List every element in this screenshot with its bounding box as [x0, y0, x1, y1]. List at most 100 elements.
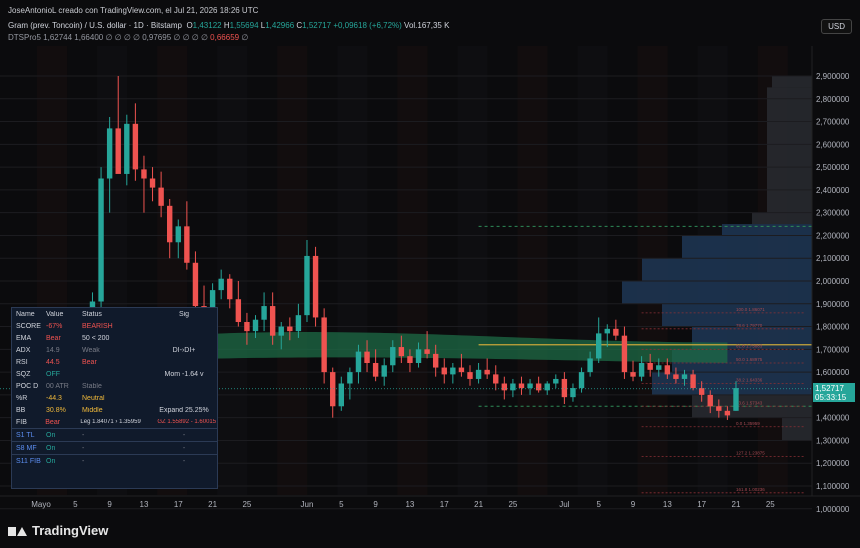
candle-body [450, 367, 456, 375]
x-tick-label: 21 [732, 500, 741, 509]
candle-body [673, 374, 679, 379]
indicator-cell: BEARISH [82, 322, 113, 330]
symbol-name[interactable]: Gram (prev. Toncoin) / U.S. dollar · 1D … [8, 21, 182, 30]
indicator-cell: 50 < 200 [82, 334, 110, 342]
indicator-row: S11 FIB On - - [12, 454, 217, 467]
x-tick-label: Jul [559, 500, 569, 509]
candle-body [132, 123, 139, 170]
indicator-cell: OFF [46, 370, 60, 378]
y-tick-label: 1,800000 [816, 323, 850, 332]
candle-body [175, 226, 181, 243]
candle-body [501, 383, 508, 391]
chart-credit: JoseAntonioL creado con TradingView.com,… [8, 6, 259, 15]
candle-body [235, 299, 242, 322]
volume-profile-bar [767, 87, 812, 213]
fib-level-label: 127.2 1.23875 [736, 450, 765, 455]
indicator-cell: S8 MF [16, 444, 37, 452]
indicator-row: ADX 14.9 Weak DI-›DI+ [12, 344, 217, 356]
fib-level-label: 61.8 1.75883 [736, 343, 763, 348]
indicator-row: POC D 00 ATR Stable [12, 380, 217, 392]
close-value: 1,52717 [302, 21, 332, 30]
candle-body [716, 406, 722, 411]
indicator-table: Name Value Status Sig SCORE -67% BEARISH EMA Bea… [11, 307, 218, 489]
indicator-cell: Mom -1.64 v [164, 370, 204, 378]
indicator-header-cell: Status [82, 310, 102, 318]
indicator-cell: On [46, 444, 56, 452]
indicator-name[interactable]: DTSPro5 [8, 33, 41, 42]
candle-body [252, 319, 259, 332]
indicator-row: S1 TL On - - [12, 428, 217, 441]
x-tick-label: 21 [474, 500, 483, 509]
symbol-legend[interactable]: Gram (prev. Toncoin) / U.S. dollar · 1D … [8, 21, 449, 30]
currency-button[interactable]: USD [821, 19, 852, 34]
indicator-cell: Bear [46, 334, 61, 342]
candle-body [596, 333, 602, 359]
candle-body [372, 363, 379, 377]
candle-body [553, 378, 559, 384]
volume-profile-bar [622, 281, 812, 304]
indicator-cell: BB [16, 406, 26, 414]
indicator-legend[interactable]: DTSPro5 1,62744 1,66400 ∅ ∅ ∅ ∅ 0,97695 … [8, 33, 248, 42]
volume-profile-bar [782, 417, 812, 441]
indicator-cell: Leg 1.84071 › 1.35959 [80, 419, 141, 425]
week-band [517, 46, 548, 495]
bar-countdown: 05:33:15 [815, 393, 847, 402]
indicator-row: S8 MF On - - [12, 441, 217, 454]
indicator-value-3: 0,97695 [142, 33, 172, 42]
candle-body [630, 372, 636, 377]
indicator-cell: RSI [16, 358, 28, 366]
candle-body [287, 326, 293, 332]
y-tick-label: 2,200000 [816, 231, 850, 240]
week-band [277, 46, 308, 495]
change-value: +0,09618 (+6,72%) [333, 21, 402, 30]
indicator-cell: Bear [82, 358, 97, 366]
x-tick-label: 25 [508, 500, 517, 509]
volume-profile-bar [752, 212, 812, 225]
candle-body [390, 347, 396, 366]
x-tick-label: 17 [440, 500, 449, 509]
indicator-cell: DI-›DI+ [172, 346, 196, 354]
open-value: 1,43122 [192, 21, 222, 30]
indicator-row: FIB Bear Leg 1.84071 › 1.35959 GZ 1.55892 -… [12, 416, 217, 428]
y-tick-label: 2,600000 [816, 140, 850, 149]
week-band [577, 46, 608, 495]
high-value: 1,55694 [229, 21, 259, 30]
candle-body [355, 351, 362, 373]
candle-body [707, 394, 713, 407]
x-tick-label: 9 [631, 500, 636, 509]
week-band [337, 46, 368, 495]
candle-body [98, 178, 104, 302]
volume-profile-bar [772, 76, 812, 88]
volume-profile-bar [722, 224, 812, 236]
indicator-cell: SCORE [16, 322, 41, 330]
indicator-cell: S1 TL [16, 431, 35, 439]
x-tick-label: 17 [697, 500, 706, 509]
indicator-header-cell: Sig [178, 310, 190, 318]
candle-body [604, 328, 610, 334]
candle-body [690, 374, 696, 389]
x-tick-label: 9 [107, 500, 112, 509]
candle-body [458, 367, 465, 373]
x-tick-label: 5 [339, 500, 344, 509]
candle-body [347, 372, 353, 384]
candle-body [304, 255, 310, 316]
candle-body [321, 317, 327, 373]
indicator-cell: POC D [16, 382, 39, 390]
candle-body [510, 383, 516, 391]
y-tick-label: 2,100000 [816, 254, 850, 263]
candle-body [115, 128, 121, 174]
indicator-row: RSI 44.5 Bear [12, 356, 217, 368]
candle-body [415, 349, 422, 363]
y-tick-label: 1,900000 [816, 300, 850, 309]
y-tick-label: 2,900000 [816, 72, 850, 81]
indicator-cell: S11 FIB [16, 457, 41, 465]
indicator-cell: SQZ [16, 370, 31, 378]
volume-profile-bar [642, 258, 812, 281]
candle-body [261, 306, 267, 320]
candle-body [364, 351, 370, 363]
tradingview-logo[interactable]: TradingView [8, 523, 108, 538]
candle-body [638, 363, 645, 377]
candle-body [578, 372, 585, 389]
candle-body [398, 347, 405, 357]
y-tick-label: 1,700000 [816, 345, 850, 354]
